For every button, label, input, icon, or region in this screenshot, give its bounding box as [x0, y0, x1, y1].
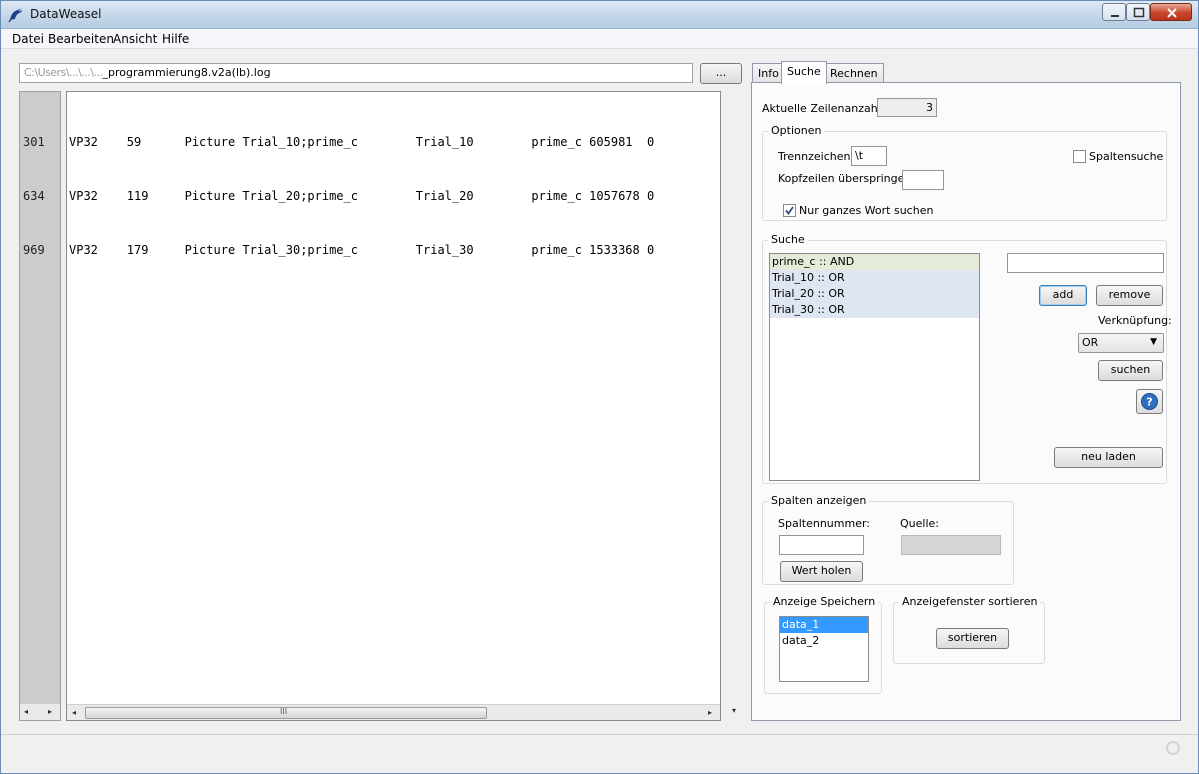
menu-bearbeiten[interactable]: Bearbeiten: [48, 32, 114, 46]
close-button[interactable]: [1150, 3, 1192, 21]
log-line: VP32 59 Picture Trial_10;prime_c Trial_1…: [69, 135, 655, 149]
source-field: [901, 535, 1001, 555]
line-number-panel: 301 634 969 ◂ ▸: [19, 91, 61, 721]
link-select-value: OR: [1082, 336, 1099, 349]
vertical-scrollbar[interactable]: ▾: [728, 91, 745, 721]
separator-input[interactable]: \t: [851, 146, 887, 166]
skip-header-label: Kopfzeilen überspringen:: [778, 172, 916, 185]
menu-hilfe[interactable]: Hilfe: [162, 32, 189, 46]
options-group: Optionen Trennzeichen: \t Spaltensuche K…: [762, 124, 1167, 221]
file-path-blurred: C:\Users\...\...\...: [24, 66, 103, 79]
log-text-view[interactable]: VP32 59 Picture Trial_10;prime_c Trial_1…: [66, 91, 721, 721]
scroll-left-icon[interactable]: ◂: [72, 708, 76, 717]
fetch-value-button[interactable]: Wert holen: [780, 561, 863, 582]
search-terms-list[interactable]: prime_c :: AND Trial_10 :: OR Trial_20 :…: [769, 253, 980, 481]
minimize-button[interactable]: [1102, 3, 1126, 21]
weasel-app-icon: [8, 8, 22, 23]
search-term-input[interactable]: [1007, 253, 1164, 273]
scroll-right-icon[interactable]: ▸: [48, 707, 52, 716]
whole-word-label: Nur ganzes Wort suchen: [799, 204, 934, 217]
column-search-label: Spaltensuche: [1089, 150, 1164, 163]
search-button[interactable]: suchen: [1098, 360, 1163, 381]
list-item[interactable]: data_2: [780, 633, 868, 649]
title-bar[interactable]: DataWeasel: [1, 1, 1198, 29]
list-item[interactable]: Trial_10 :: OR: [770, 270, 979, 286]
line-number: 301: [23, 135, 45, 149]
svg-text:?: ?: [1146, 396, 1152, 409]
remove-button[interactable]: remove: [1096, 285, 1163, 306]
horizontal-scrollbar[interactable]: ◂ III ▸: [67, 704, 720, 720]
window-title: DataWeasel: [30, 7, 102, 21]
file-path-field[interactable]: C:\Users\...\...\..._programmierung8.v2a…: [19, 63, 693, 83]
separator-label: Trennzeichen:: [778, 150, 855, 163]
tab-suche[interactable]: Suche: [781, 61, 827, 84]
scroll-thumb[interactable]: III: [85, 707, 487, 719]
scroll-right-icon[interactable]: ▸: [708, 708, 712, 717]
maximize-icon: [1133, 7, 1145, 18]
source-label: Quelle:: [900, 517, 939, 530]
save-display-group: Anzeige Speichern data_1 data_2: [764, 595, 882, 694]
column-search-checkbox[interactable]: [1073, 150, 1086, 163]
tab-rechnen[interactable]: Rechnen: [824, 63, 884, 83]
whole-word-checkbox[interactable]: [783, 204, 796, 217]
checkmark-icon: [785, 206, 794, 215]
menu-datei[interactable]: Datei: [12, 32, 44, 46]
tab-info[interactable]: Info: [752, 63, 785, 83]
save-display-title: Anzeige Speichern: [770, 595, 879, 608]
options-title: Optionen: [768, 124, 825, 137]
application-window: DataWeasel Datei Bearbeiten Ansicht Hilf…: [0, 0, 1199, 774]
line-number-scrollbar[interactable]: ◂ ▸: [20, 704, 60, 720]
row-count-field: 3: [877, 98, 937, 117]
scroll-left-icon[interactable]: ◂: [24, 707, 28, 716]
help-button[interactable]: ?: [1136, 389, 1163, 414]
search-tab-panel: Aktuelle Zeilenanzahl: 3 Optionen Trennz…: [751, 82, 1181, 721]
menu-bar: Datei Bearbeiten Ansicht Hilfe: [1, 29, 1198, 49]
column-number-label: Spaltennummer:: [778, 517, 870, 530]
line-number: 634: [23, 189, 45, 203]
search-title: Suche: [768, 233, 808, 246]
close-icon: [1167, 8, 1177, 18]
columns-title: Spalten anzeigen: [768, 494, 870, 507]
skip-header-input[interactable]: [902, 170, 944, 190]
sort-button[interactable]: sortieren: [936, 628, 1009, 649]
search-group: Suche prime_c :: AND Trial_10 :: OR Tria…: [762, 233, 1172, 484]
sort-display-group: Anzeigefenster sortieren sortieren: [893, 595, 1045, 664]
scroll-down-icon[interactable]: ▾: [732, 706, 736, 715]
reload-button[interactable]: neu laden: [1054, 447, 1163, 468]
log-line: VP32 119 Picture Trial_20;prime_c Trial_…: [69, 189, 655, 203]
minimize-icon: [1111, 15, 1119, 17]
line-number: 969: [23, 243, 45, 257]
line-number-list: 301 634 969: [23, 97, 66, 295]
help-icon: ?: [1141, 393, 1158, 410]
sort-display-title: Anzeigefenster sortieren: [899, 595, 1041, 608]
maximize-button[interactable]: [1126, 3, 1150, 21]
link-select[interactable]: OR ▼: [1078, 333, 1164, 353]
add-button[interactable]: add: [1039, 285, 1087, 306]
list-item[interactable]: Trial_30 :: OR: [770, 302, 979, 318]
side-panel: Info Suche Rechnen Aktuelle Zeilenanzahl…: [751, 61, 1181, 721]
dropdown-arrow-icon: ▼: [1150, 337, 1157, 347]
list-item[interactable]: prime_c :: AND: [770, 254, 979, 270]
log-lines: VP32 59 Picture Trial_10;prime_c Trial_1…: [69, 97, 654, 295]
list-item[interactable]: data_1: [780, 617, 868, 633]
row-count-label: Aktuelle Zeilenanzahl:: [762, 102, 885, 115]
link-label: Verknüpfung:: [1098, 314, 1172, 327]
file-path-text: _programmierung8.v2a(lb).log: [102, 66, 271, 79]
browse-button[interactable]: ...: [700, 63, 742, 84]
column-number-input[interactable]: [779, 535, 864, 555]
menu-ansicht[interactable]: Ansicht: [113, 32, 157, 46]
saved-displays-list[interactable]: data_1 data_2: [779, 616, 869, 682]
columns-group: Spalten anzeigen Spaltennummer: Quelle: …: [762, 494, 1014, 585]
status-bar: [1, 734, 1198, 773]
scroll-grip-icon: III: [280, 707, 288, 716]
busy-indicator-icon: [1166, 741, 1180, 755]
list-item[interactable]: Trial_20 :: OR: [770, 286, 979, 302]
log-line: VP32 179 Picture Trial_30;prime_c Trial_…: [69, 243, 655, 257]
